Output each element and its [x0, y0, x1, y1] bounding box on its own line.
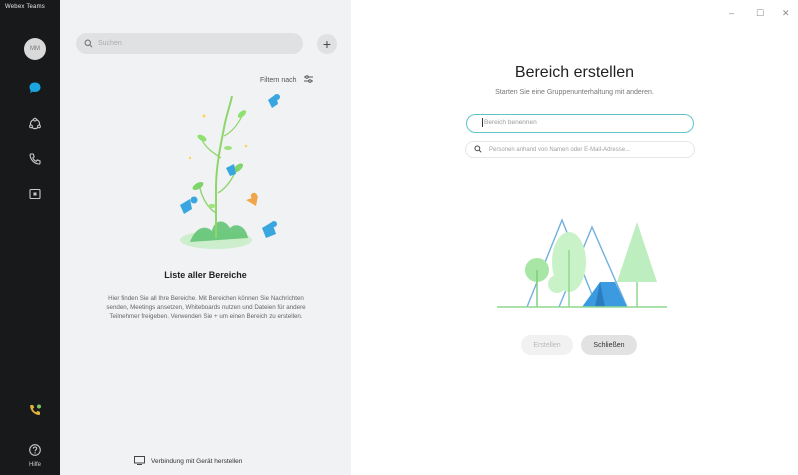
- minimize-button[interactable]: –: [729, 8, 734, 18]
- search-icon: [84, 35, 93, 53]
- filter-icon: [303, 75, 313, 85]
- phone-icon[interactable]: [27, 151, 43, 167]
- empty-state-description: Hier finden Sie all Ihre Bereiche. Mit B…: [106, 295, 306, 320]
- device-icon: [134, 456, 145, 467]
- space-name-placeholder: Bereich benennen: [484, 119, 537, 126]
- help-icon[interactable]: [27, 442, 43, 458]
- text-caret: [482, 117, 483, 127]
- close-window-button[interactable]: ✕: [782, 8, 790, 19]
- add-space-button[interactable]: +: [317, 34, 337, 54]
- maximize-button[interactable]: ☐: [756, 8, 764, 19]
- create-button[interactable]: Erstellen: [521, 335, 573, 355]
- chat-icon[interactable]: [27, 80, 43, 96]
- team-icon[interactable]: [27, 116, 43, 132]
- call-status-icon[interactable]: [27, 402, 43, 418]
- filter-button[interactable]: Filtern nach: [260, 75, 313, 85]
- search-icon: [474, 144, 482, 155]
- space-name-input[interactable]: Bereich benennen: [466, 114, 694, 133]
- empty-state-illustration: [180, 94, 280, 249]
- people-search-input[interactable]: Personen anhand von Namen oder E-Mail-Ad…: [465, 141, 695, 158]
- navigation-rail: Webex Teams MM Hilfe: [0, 0, 60, 475]
- meeting-icon[interactable]: [27, 186, 43, 202]
- filter-label: Filtern nach: [260, 76, 297, 84]
- people-search-placeholder: Personen anhand von Namen oder E-Mail-Ad…: [489, 146, 631, 153]
- avatar[interactable]: MM: [24, 38, 46, 60]
- connect-device-button[interactable]: Verbindung mit Gerät herstellen: [134, 456, 242, 467]
- connect-device-label: Verbindung mit Gerät herstellen: [151, 458, 243, 465]
- create-space-subtitle: Starten Sie eine Gruppenunterhaltung mit…: [495, 89, 654, 96]
- create-space-title: Bereich erstellen: [514, 64, 635, 81]
- spaces-panel: Suchen + Filtern nach Liste aller Bereic…: [60, 0, 351, 475]
- plus-icon: +: [322, 36, 332, 52]
- close-button[interactable]: Schließen: [581, 335, 637, 355]
- camping-illustration: [497, 218, 667, 308]
- search-input[interactable]: Suchen: [76, 33, 303, 54]
- search-placeholder: Suchen: [98, 40, 122, 47]
- app-title: Webex Teams: [5, 4, 45, 10]
- empty-state-title: Liste aller Bereiche: [164, 270, 247, 280]
- create-space-view: – ☐ ✕ Bereich erstellen Starten Sie eine…: [351, 0, 798, 475]
